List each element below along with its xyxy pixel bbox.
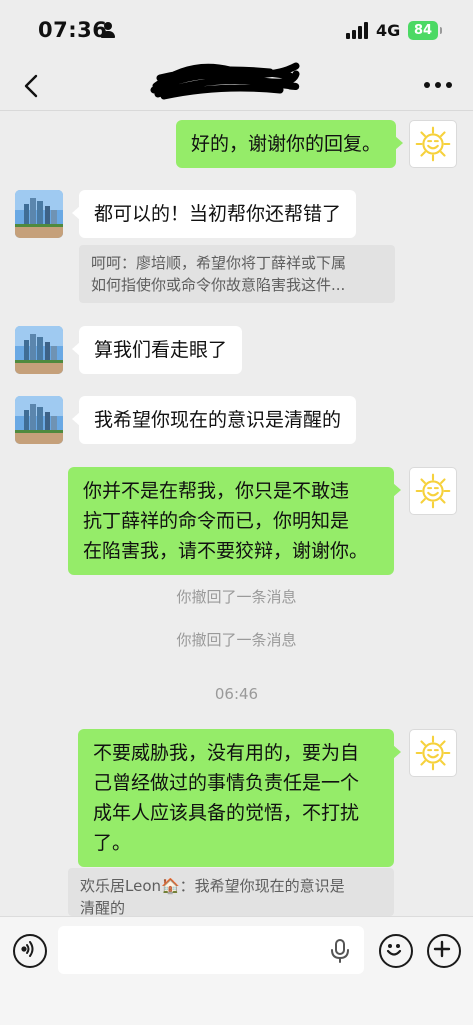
sun-avatar-icon[interactable] <box>409 729 457 777</box>
chat-header <box>0 62 473 111</box>
message-line: 在陷害我，请不要狡辩，谢谢你。 <box>83 540 369 562</box>
plus-icon[interactable] <box>427 934 461 968</box>
redacted-title-scribble <box>150 62 300 100</box>
message-line: 你并不是在帮我，你只是不敢违 <box>83 480 350 502</box>
sent-message[interactable]: 不要威胁我，没有用的，要为自 己曾经做过的事情负责任是一个 成年人应该具备的觉悟… <box>78 729 401 867</box>
quote-line: 欢乐居Leon🏠：我希望你现在的意识是 <box>80 877 345 895</box>
input-bar <box>0 916 473 1025</box>
sent-message[interactable]: 你并不是在帮我，你只是不敢违 抗丁薛祥的命令而已，你明知是 在陷害我，请不要狡辩… <box>68 467 401 575</box>
status-time: 07:36 <box>38 18 108 42</box>
message-line: 抗丁薛祥的命令而已，你明知是 <box>83 510 350 532</box>
message-text: 我希望你现在的意识是清醒的 <box>94 409 342 431</box>
building-avatar[interactable] <box>15 326 63 374</box>
received-message[interactable]: 我希望你现在的意识是清醒的 <box>71 396 357 444</box>
quoted-message[interactable]: 欢乐居Leon🏠：我希望你现在的意识是 清醒的 <box>68 868 394 916</box>
emoji-icon[interactable] <box>379 934 413 968</box>
sent-message[interactable]: 好的，谢谢你的回复。 <box>175 120 404 168</box>
timestamp: 06:46 <box>214 685 259 703</box>
message-text: 都可以的！当初帮你还帮错了 <box>94 203 342 225</box>
battery-icon: 84 <box>408 21 442 40</box>
message-text: 好的，谢谢你的回复。 <box>190 133 381 155</box>
quote-line: 清醒的 <box>80 899 126 916</box>
message-line: 了。 <box>93 832 132 854</box>
voice-icon[interactable] <box>13 934 47 968</box>
quote-line: 如何指使你或命令你故意陷害我这件... <box>91 276 346 294</box>
message-text: 算我们看走眼了 <box>94 339 228 361</box>
sun-avatar-icon[interactable] <box>409 467 457 515</box>
received-message[interactable]: 算我们看走眼了 <box>71 326 243 374</box>
message-line: 不要威胁我，没有用的，要为自 <box>93 742 360 764</box>
microphone-icon[interactable] <box>330 938 350 964</box>
ellipsis-icon[interactable] <box>424 80 454 90</box>
message-line: 成年人应该具备的觉悟，不打扰 <box>93 802 360 824</box>
message-line: 己曾经做过的事情负责任是一个 <box>93 772 360 794</box>
status-bar: 07:36 4G 84 <box>0 0 473 62</box>
signal-icon <box>346 22 368 39</box>
quote-line: 呵呵：廖培顺，希望你将丁薛祥或下属 <box>91 254 347 272</box>
system-notice: 你撤回了一条消息 <box>176 631 297 649</box>
message-input[interactable] <box>58 926 364 974</box>
received-message[interactable]: 都可以的！当初帮你还帮错了 <box>71 190 357 238</box>
system-notice: 你撤回了一条消息 <box>176 588 297 606</box>
sun-avatar-icon[interactable] <box>409 120 457 168</box>
network-type: 4G <box>376 21 401 40</box>
building-avatar[interactable] <box>15 396 63 444</box>
chevron-left-icon[interactable] <box>18 72 46 100</box>
quoted-message[interactable]: 呵呵：廖培顺，希望你将丁薛祥或下属 如何指使你或命令你故意陷害我这件... <box>79 245 395 303</box>
building-avatar[interactable] <box>15 190 63 238</box>
person-icon <box>101 22 115 38</box>
